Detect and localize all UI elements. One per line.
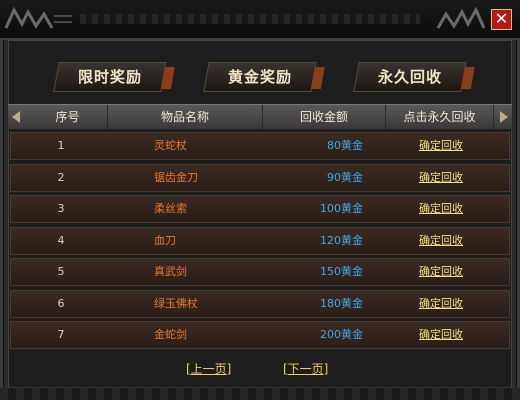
recycle-amount: 150黄金 — [273, 259, 363, 285]
arrow-left-icon — [12, 111, 20, 123]
table-row: 3 柔丝索 100黄金 确定回收 — [10, 195, 510, 223]
item-list: 1 灵蛇杖 80黄金 确定回收 2 锯齿金刀 90黄金 确定回收 3 柔丝索 1… — [10, 132, 510, 353]
recycle-amount: 90黄金 — [273, 165, 363, 191]
recycle-amount: 100黄金 — [273, 196, 363, 222]
row-index: 3 — [57, 202, 65, 215]
header-index: 序号 — [28, 105, 108, 129]
table-row: 1 灵蛇杖 80黄金 确定回收 — [10, 132, 510, 160]
row-index: 4 — [57, 233, 65, 247]
amount-unit: 黄金 — [341, 328, 363, 341]
prev-page-link[interactable]: [上一页] — [186, 360, 231, 377]
table-row: 2 锯齿金刀 90黄金 确定回收 — [10, 163, 510, 192]
header-item-name: 物品名称 — [108, 105, 263, 129]
amount-value: 100 — [320, 202, 341, 215]
tab-label: 黄金奖励 — [227, 68, 292, 86]
next-page-link[interactable]: [下一页] — [283, 360, 328, 377]
tab-label: 永久回收 — [377, 68, 442, 86]
recycle-amount: 200黄金 — [273, 322, 363, 348]
row-index: 2 — [57, 170, 65, 184]
item-name: 锯齿金刀 — [154, 170, 198, 184]
amount-value: 200 — [320, 328, 341, 341]
amount-unit: 黄金 — [341, 202, 363, 215]
amount-value: 80 — [327, 139, 341, 152]
row-index: 5 — [57, 265, 65, 278]
item-name: 灵蛇杖 — [154, 139, 187, 152]
item-name: 金蛇剑 — [154, 328, 187, 341]
confirm-recycle-link[interactable]: 确定回收 — [411, 291, 471, 317]
item-name: 血刀 — [154, 233, 176, 247]
tab-permanent-recycle[interactable]: 永久回收 — [353, 62, 467, 92]
dragon-ornament-icon — [4, 6, 72, 29]
amount-value: 120 — [320, 233, 341, 247]
amount-value: 180 — [320, 296, 341, 310]
header-amount: 回收金额 — [263, 105, 386, 129]
tab-gold-reward[interactable]: 黄金奖励 — [203, 62, 317, 92]
table-row: 5 真武剑 150黄金 确定回收 — [10, 258, 510, 286]
bottom-ornament — [0, 387, 520, 400]
amount-unit: 黄金 — [341, 296, 363, 310]
amount-value: 90 — [327, 170, 341, 184]
title-bar: ✕ — [0, 0, 520, 40]
item-name: 柔丝索 — [154, 202, 187, 215]
tab-label: 限时奖励 — [77, 68, 142, 86]
recycle-amount: 80黄金 — [273, 133, 363, 159]
row-index: 6 — [57, 296, 65, 310]
amount-value: 150 — [320, 265, 341, 278]
table-row: 4 血刀 120黄金 确定回收 — [10, 226, 510, 255]
tab-bar: 限时奖励 黄金奖励 永久回收 — [8, 42, 512, 100]
amount-unit: 黄金 — [341, 170, 363, 184]
confirm-recycle-link[interactable]: 确定回收 — [411, 228, 471, 254]
row-index: 1 — [57, 139, 65, 152]
pagination: [上一页] [下一页] — [0, 360, 520, 380]
table-header: 序号 物品名称 回收金额 点击永久回收 — [8, 104, 512, 130]
confirm-recycle-link[interactable]: 确定回收 — [411, 165, 471, 191]
confirm-recycle-link[interactable]: 确定回收 — [411, 322, 471, 348]
dragon-ornament-icon — [436, 6, 486, 29]
amount-unit: 黄金 — [341, 139, 363, 152]
item-name: 真武剑 — [154, 265, 187, 278]
arrow-right-icon — [500, 111, 508, 123]
recycle-amount: 120黄金 — [273, 228, 363, 254]
header-pattern — [80, 14, 420, 24]
confirm-recycle-link[interactable]: 确定回收 — [411, 133, 471, 159]
confirm-recycle-link[interactable]: 确定回收 — [411, 259, 471, 285]
amount-unit: 黄金 — [341, 233, 363, 247]
item-name: 绿玉佛杖 — [154, 296, 198, 310]
row-index: 7 — [57, 328, 65, 341]
table-row: 6 绿玉佛杖 180黄金 确定回收 — [10, 289, 510, 318]
close-button[interactable]: ✕ — [491, 9, 512, 30]
confirm-recycle-link[interactable]: 确定回收 — [411, 196, 471, 222]
amount-unit: 黄金 — [341, 265, 363, 278]
recycle-amount: 180黄金 — [273, 291, 363, 317]
table-row: 7 金蛇剑 200黄金 确定回收 — [10, 321, 510, 349]
header-action: 点击永久回收 — [386, 105, 494, 129]
tab-limited-reward[interactable]: 限时奖励 — [53, 62, 167, 92]
